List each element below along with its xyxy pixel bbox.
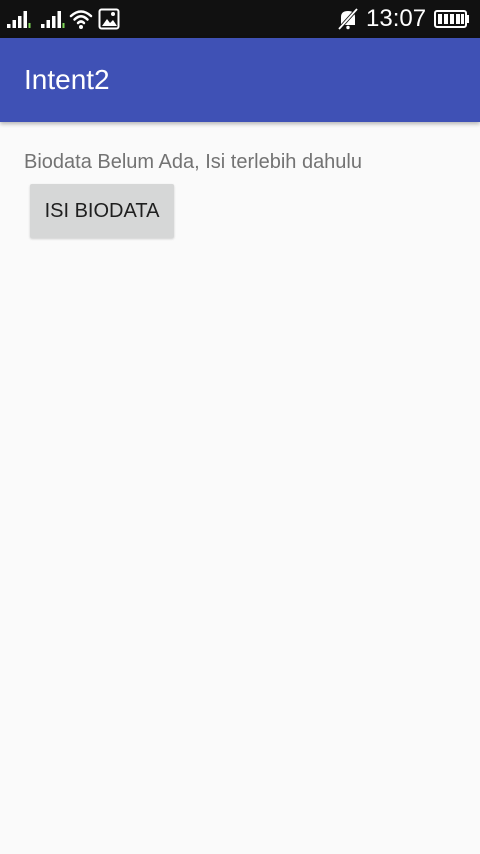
wifi-icon	[69, 10, 93, 29]
app-bar: Intent2	[0, 38, 480, 122]
status-bar: 13:07	[0, 0, 480, 38]
status-time: 13:07	[366, 5, 427, 32]
battery-icon	[434, 10, 469, 28]
app-title: Intent2	[24, 64, 110, 95]
signal-1-icon	[7, 11, 31, 28]
isi-biodata-button[interactable]: ISI BIODATA	[30, 184, 174, 238]
signal-2-icon	[41, 11, 65, 28]
mute-icon	[337, 8, 359, 30]
biodata-message: Biodata Belum Ada, Isi terlebih dahulu	[24, 151, 362, 173]
gallery-icon	[98, 8, 120, 30]
